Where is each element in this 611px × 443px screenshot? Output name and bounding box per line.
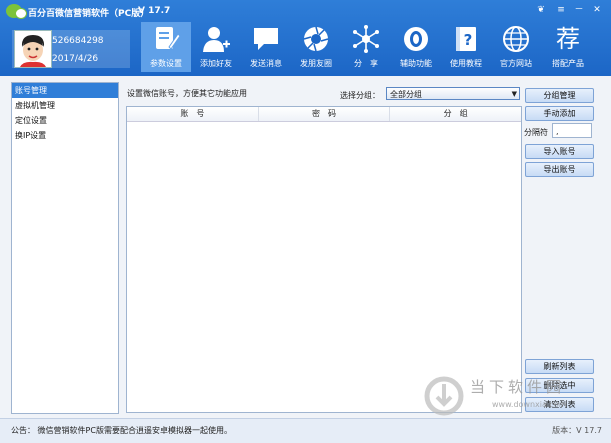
status-bar: 公告： 微信营销软件PC版需要配合逍遥安卓模拟器一起使用。 版本：V 17.7 xyxy=(0,418,611,443)
close-button[interactable]: ✕ xyxy=(590,5,604,15)
camera-aperture-icon xyxy=(303,26,329,52)
nav-website[interactable]: 官方网站 xyxy=(491,22,541,72)
watermark-url: www.downxia.com xyxy=(492,400,567,409)
sidebar-item-account[interactable]: 账号管理 xyxy=(12,83,118,98)
nav-add-friends[interactable]: 添加好友 xyxy=(191,22,241,72)
nav-label: 搭配产品 xyxy=(552,59,584,68)
sidebar-item-vm[interactable]: 虚拟机管理 xyxy=(12,98,118,113)
user-date: 2017/4/26 xyxy=(52,54,99,64)
recommend-char-icon: 荐 xyxy=(556,25,580,53)
group-select[interactable]: 全部分组 ▼ xyxy=(386,87,520,100)
nav-label: 官方网站 xyxy=(500,59,532,68)
menu-icon[interactable]: ≡ xyxy=(554,5,568,15)
chat-bubble-icon xyxy=(254,28,278,50)
separator-input[interactable]: , xyxy=(552,123,592,138)
help-book-icon: ? xyxy=(456,27,476,51)
chevron-down-icon: ▼ xyxy=(511,90,517,98)
nav-share[interactable]: 分 享 xyxy=(341,22,391,72)
nav-tutorial[interactable]: ? 使用教程 xyxy=(441,22,491,72)
skin-icon[interactable]: ❦ xyxy=(534,5,548,15)
app-version: V 17.7 xyxy=(138,6,171,16)
nav-label: 使用教程 xyxy=(450,59,482,68)
status-version: 版本：V 17.7 xyxy=(552,426,602,435)
sidebar-item-location[interactable]: 定位设置 xyxy=(12,113,118,128)
manual-add-button[interactable]: 手动添加 xyxy=(525,106,594,121)
support-icon xyxy=(404,27,428,51)
table-header: 账 号 密 码 分 组 xyxy=(127,107,521,122)
share-network-icon xyxy=(353,25,379,53)
nav-settings[interactable]: 参数设置 xyxy=(141,22,191,72)
sidebar-item-ip[interactable]: 换IP设置 xyxy=(12,128,118,143)
nav-label: 添加好友 xyxy=(200,59,232,68)
minimize-button[interactable]: － xyxy=(572,5,586,15)
watermark-text: 当下软件园 xyxy=(470,378,566,396)
group-selected-value: 全部分组 xyxy=(390,90,422,99)
watermark: 当下软件园 www.downxia.com xyxy=(424,374,604,418)
nav-label: 发送消息 xyxy=(250,59,282,68)
document-edit-icon xyxy=(156,27,181,50)
column-account[interactable]: 账 号 xyxy=(127,107,259,121)
globe-icon xyxy=(503,26,529,52)
wechat-logo-icon xyxy=(6,4,27,19)
app-title: 百分百微信营销软件（PC版） xyxy=(28,9,150,19)
nav-label: 辅助功能 xyxy=(400,59,432,68)
user-id: 526684298 xyxy=(52,36,104,46)
watermark-logo-icon xyxy=(424,376,464,416)
nav-send-message[interactable]: 发送消息 xyxy=(241,22,291,72)
column-password[interactable]: 密 码 xyxy=(259,107,391,121)
nav-moments[interactable]: 发朋友圈 xyxy=(291,22,341,72)
title-bar: 百分百微信营销软件（PC版） V 17.7 ❦ ≡ － ✕ 526684298 … xyxy=(0,0,611,76)
user-card: 526684298 2017/4/26 xyxy=(12,30,130,68)
refresh-button[interactable]: 刷新列表 xyxy=(525,359,594,374)
nav-label: 参数设置 xyxy=(150,59,182,68)
group-manage-button[interactable]: 分组管理 xyxy=(525,88,594,103)
nav-assist[interactable]: 辅助功能 xyxy=(391,22,441,72)
add-user-icon xyxy=(203,27,230,52)
import-button[interactable]: 导入账号 xyxy=(525,144,594,159)
column-group[interactable]: 分 组 xyxy=(390,107,521,121)
separator-label: 分隔符 xyxy=(524,128,548,137)
svg-text:?: ? xyxy=(464,31,473,49)
panel-title: 设置微信账号，方便其它功能应用 xyxy=(127,89,247,98)
sidebar: 账号管理 虚拟机管理 定位设置 换IP设置 xyxy=(11,82,119,414)
notice-text: 公告： 微信营销软件PC版需要配合逍遥安卓模拟器一起使用。 xyxy=(11,426,232,435)
export-button[interactable]: 导出账号 xyxy=(525,162,594,177)
nav-label: 发朋友圈 xyxy=(300,59,332,68)
group-label: 选择分组： xyxy=(340,91,380,100)
nav-label: 分 享 xyxy=(354,59,378,68)
account-table[interactable]: 账 号 密 码 分 组 xyxy=(126,106,522,413)
nav-products[interactable]: 荐 搭配产品 xyxy=(543,22,593,72)
avatar xyxy=(14,30,52,68)
